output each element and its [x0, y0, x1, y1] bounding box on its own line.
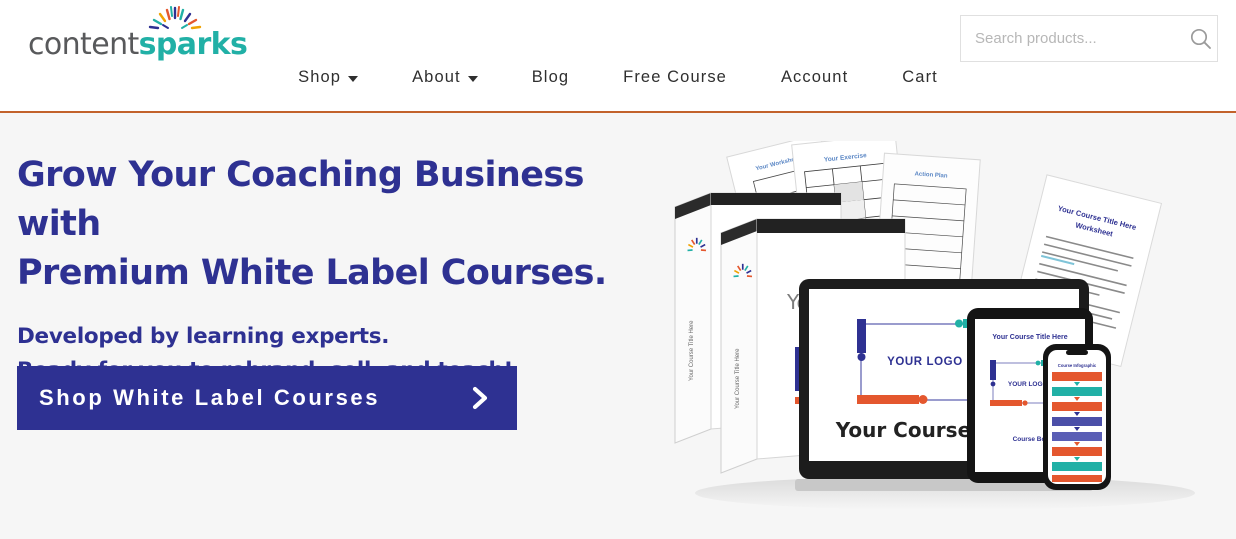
- nav-item-shop[interactable]: Shop: [271, 64, 385, 91]
- hero-copy: Grow Your Coaching Business with Premium…: [17, 151, 637, 388]
- product-bundle-image: Your Worksheet Your Exercise Action Plan…: [645, 141, 1230, 531]
- nav-label-about: About: [412, 68, 461, 86]
- site-header: contentsparks Shop About Blog: [0, 0, 1236, 113]
- hero-headline: Grow Your Coaching Business with Premium…: [17, 151, 637, 298]
- tablet-title-text: Your Course Title Here: [992, 334, 1067, 341]
- hero-headline-line1: Grow Your Coaching Business with: [17, 155, 584, 244]
- nav-label-free-course: Free Course: [623, 68, 727, 86]
- nav-label-shop: Shop: [298, 68, 342, 86]
- nav-item-account[interactable]: Account: [754, 64, 875, 91]
- hero-subhead-line1: Developed by learning experts.: [17, 324, 390, 349]
- chevron-down-icon: [467, 76, 478, 82]
- logo-wordmark: contentsparks: [28, 27, 248, 62]
- main-navigation: Shop About Blog Free Course Account Cart: [0, 64, 1236, 91]
- search-button[interactable]: [1184, 16, 1217, 61]
- nav-item-cart[interactable]: Cart: [875, 64, 965, 91]
- search-box[interactable]: [960, 15, 1218, 62]
- logo-text-sparks: sparks: [138, 27, 248, 62]
- nav-label-account: Account: [780, 68, 849, 86]
- shop-white-label-courses-button[interactable]: Shop White Label Courses: [17, 366, 517, 430]
- binder-spine-text: Your Course Title Here: [735, 348, 741, 409]
- chevron-down-icon: [348, 76, 359, 82]
- landing-page: contentsparks Shop About Blog: [0, 0, 1236, 539]
- nav-item-blog[interactable]: Blog: [505, 64, 596, 91]
- nav-item-about[interactable]: About: [385, 64, 505, 91]
- nav-item-free-course[interactable]: Free Course: [596, 64, 754, 91]
- search-input[interactable]: [961, 16, 1184, 61]
- search-icon: [1190, 28, 1211, 49]
- chevron-right-icon: [472, 386, 488, 410]
- nav-label-cart: Cart: [902, 68, 938, 86]
- hero-headline-line2: Premium White Label Courses.: [17, 253, 607, 293]
- nav-label-blog: Blog: [531, 68, 570, 86]
- svg-text:Course Infographic: Course Infographic: [1058, 363, 1097, 368]
- logo-text-content: content: [28, 27, 139, 62]
- hero-section: Grow Your Coaching Business with Premium…: [0, 113, 1236, 539]
- site-logo[interactable]: contentsparks: [28, 6, 248, 68]
- cta-button-label: Shop White Label Courses: [39, 385, 381, 410]
- binder-spine-text: Your Course Title Here: [689, 320, 695, 381]
- phone-mockup: Course Infographic: [1043, 344, 1111, 490]
